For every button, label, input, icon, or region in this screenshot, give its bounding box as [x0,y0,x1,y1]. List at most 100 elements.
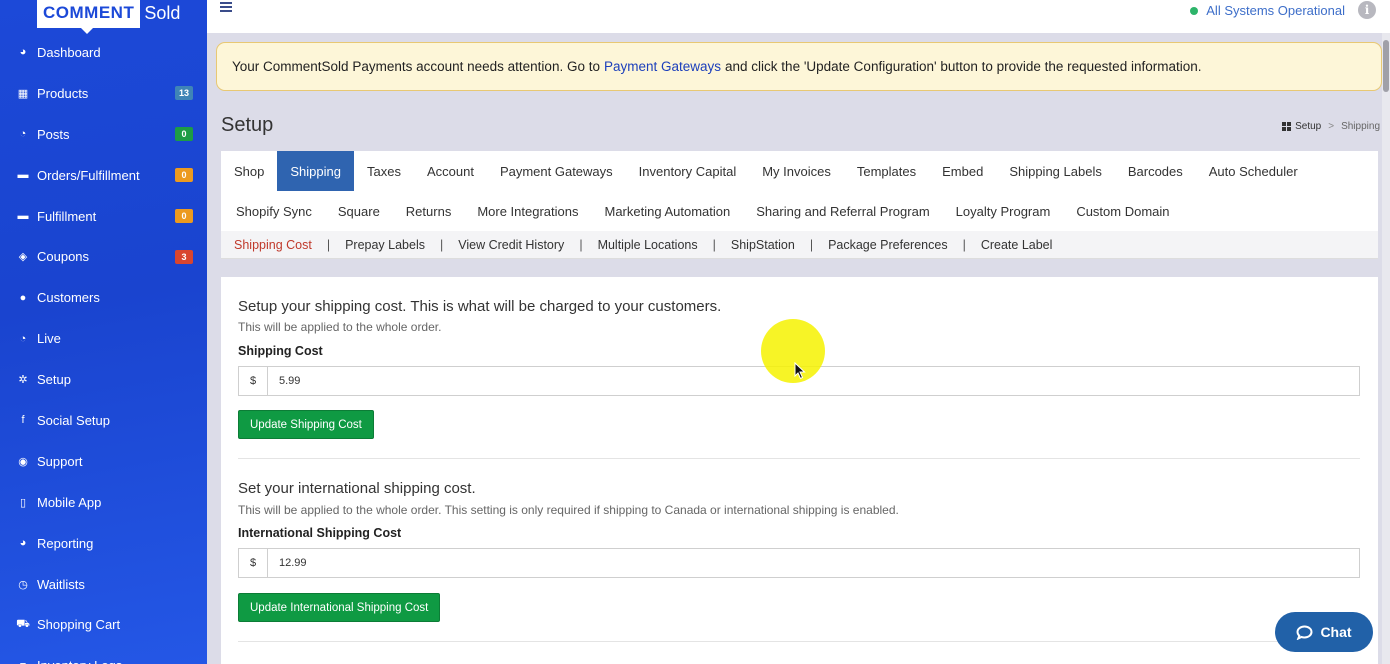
sidebar-item-coupons[interactable]: ◈ Coupons 3 [0,236,207,277]
sidebar-item-inventory-logs[interactable]: ≡ Inventory Logs [0,645,207,664]
sidebar-item-label: Inventory Logs [37,658,207,664]
sidebar-item-waitlists[interactable]: ◷ Waitlists [0,564,207,605]
breadcrumb-separator: > [1328,121,1335,132]
sidebar-item-fulfillment[interactable]: ▬ Fulfillment 0 [0,196,207,237]
sidebar-item-dashboard[interactable]: ◕ Dashboard [0,32,207,73]
subtab-separator: | [712,237,716,252]
sidebar-item-label: Reporting [37,535,94,551]
status-dot-icon [1190,6,1199,15]
cart-icon: ⛟ [16,617,30,630]
tab-account[interactable]: Account [414,151,487,191]
update-international-shipping-cost-button[interactable]: Update International Shipping Cost [238,593,441,622]
page-scrollbar-thumb[interactable] [1383,40,1389,92]
international-section-title: Set your international shipping cost. [238,480,476,497]
tab-templates[interactable]: Templates [844,151,929,191]
sidebar-item-label: Mobile App [37,494,102,510]
sidebar-item-orders-fulfillment[interactable]: ▬ Orders/Fulfillment 0 [0,155,207,196]
page-scrollbar[interactable] [1382,33,1390,664]
tab-auto-scheduler[interactable]: Auto Scheduler [1196,151,1311,191]
cogs-icon: ✲ [18,374,28,387]
sidebar-item-label: Customers [37,290,100,306]
clock-icon: ◷ [18,578,28,591]
sidebar-item-customers[interactable]: ● Customers [0,277,207,318]
system-status-link[interactable]: All Systems Operational [1190,3,1345,18]
sidebar-item-label: Shopping Cart [37,617,121,633]
tab-payment-gateways[interactable]: Payment Gateways [487,151,626,191]
subtab-separator: | [579,237,583,252]
hamburger-menu-icon[interactable] [220,2,232,14]
tab-shipping[interactable]: Shipping [277,151,354,191]
shipping-cost-label: Shipping Cost [238,344,323,358]
setup-tabs-panel: Shop Shipping Taxes Account Payment Gateways… [221,151,1378,259]
sidebar-item-label: Waitlists [37,576,85,592]
pie-chart-icon: ◕ [19,537,27,550]
truck-icon: ▬ [17,169,29,182]
page-title: Setup [221,114,274,136]
alert-text-before: Your CommentSold Payments account needs … [232,59,600,74]
shipping-subtabs: Shipping Cost | Prepay Labels | View Credit … [221,231,1378,259]
chat-label: Chat [1320,624,1352,640]
tab-sharing-and-referral-program[interactable]: Sharing and Referral Program [743,191,942,231]
sidebar-item-label: Live [37,331,61,347]
info-icon[interactable]: i [1358,1,1376,19]
sidebar-item-setup[interactable]: ✲ Setup [0,359,207,400]
breadcrumb-home[interactable]: Setup [1282,121,1321,132]
grid-icon [1282,122,1292,131]
update-shipping-cost-button[interactable]: Update Shipping Cost [238,410,374,439]
list-icon: ≡ [16,659,30,664]
tab-shopify-sync[interactable]: Shopify Sync [223,191,325,231]
international-shipping-cost-input[interactable]: 12.99 [268,549,1359,577]
sidebar-item-label: Dashboard [37,44,101,60]
sidebar-item-support[interactable]: ◉ Support [0,441,207,482]
tab-marketing-automation[interactable]: Marketing Automation [592,191,744,231]
shipping-section-title: Setup your shipping cost. This is what w… [238,298,722,315]
sidebar-item-mobile-app[interactable]: ▯ Mobile App [0,482,207,523]
count-badge: 0 [175,209,193,223]
system-status-text: All Systems Operational [1206,3,1345,18]
tab-barcodes[interactable]: Barcodes [1115,151,1196,191]
subtab-view-credit-history[interactable]: View Credit History [458,238,564,252]
tab-more-integrations[interactable]: More Integrations [464,191,591,231]
tab-returns[interactable]: Returns [393,191,465,231]
tab-my-invoices[interactable]: My Invoices [749,151,844,191]
commentsold-logo[interactable]: COMMENT Sold [37,0,180,34]
subtab-separator: | [326,237,331,252]
payment-gateways-link[interactable]: Payment Gateways [604,59,721,74]
tab-custom-domain[interactable]: Custom Domain [1063,191,1182,231]
subtab-create-label[interactable]: Create Label [981,238,1053,252]
sidebar-item-shopping-cart[interactable]: ⛟ Shopping Cart [0,604,207,645]
sidebar-item-posts[interactable]: ◔ Posts 0 [0,114,207,155]
breadcrumb-home-label: Setup [1295,121,1322,132]
sidebar-item-social-setup[interactable]: f Social Setup [0,400,207,441]
sidebar-item-products[interactable]: ▦ Products 13 [0,73,207,114]
breadcrumb-current: Shipping [1341,121,1380,132]
sidebar-item-reporting[interactable]: ◕ Reporting [0,523,207,564]
tab-shop[interactable]: Shop [221,151,277,191]
count-badge: 13 [175,86,193,101]
chat-bubble-icon [1296,624,1313,640]
tab-embed[interactable]: Embed [929,151,996,191]
tab-square[interactable]: Square [325,191,393,231]
subtab-multiple-locations[interactable]: Multiple Locations [598,238,698,252]
tab-inventory-capital[interactable]: Inventory Capital [626,151,750,191]
subtab-shipping-cost[interactable]: Shipping Cost [234,238,312,252]
section-divider [238,458,1360,459]
mobile-icon: ▯ [19,496,27,509]
subtab-shipstation[interactable]: ShipStation [731,238,795,252]
sidebar-item-label: Social Setup [37,412,110,428]
tab-shipping-labels[interactable]: Shipping Labels [996,151,1115,191]
sidebar-item-live[interactable]: ◔ Live [0,318,207,359]
breadcrumb: Setup > Shipping [1282,121,1380,132]
dashboard-icon: ◕ [19,46,27,59]
user-icon: ● [19,291,27,304]
logo-word-comment: COMMENT [37,0,141,34]
tab-taxes[interactable]: Taxes [354,151,414,191]
subtab-package-preferences[interactable]: Package Preferences [828,238,948,252]
international-section-description: This will be applied to the whole order.… [238,503,899,517]
logo-word-sold: Sold [144,2,181,23]
cursor-highlight [761,319,825,383]
chat-button[interactable]: Chat [1275,612,1373,652]
tab-loyalty-program[interactable]: Loyalty Program [943,191,1064,231]
count-badge: 0 [175,127,193,142]
subtab-prepay-labels[interactable]: Prepay Labels [345,238,425,252]
